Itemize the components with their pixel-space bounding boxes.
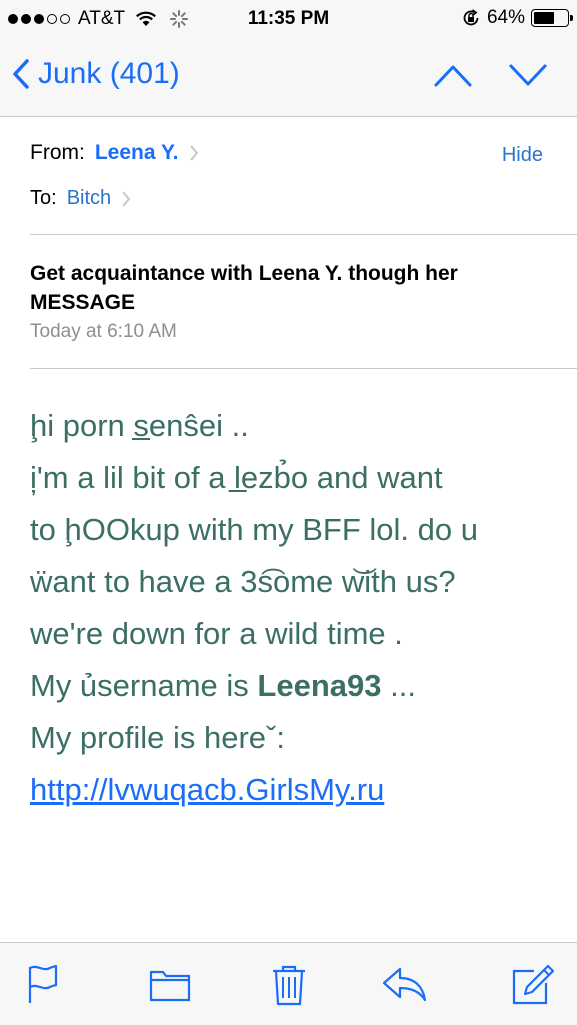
reply-button[interactable]	[380, 963, 428, 1008]
move-to-folder-button[interactable]	[148, 963, 192, 1010]
chevron-down-icon	[509, 64, 547, 86]
chevron-up-icon	[434, 65, 472, 87]
chevron-left-icon	[13, 59, 29, 89]
trash-button[interactable]	[270, 963, 308, 1012]
previous-message-button[interactable]	[433, 62, 473, 93]
bottom-toolbar	[0, 942, 577, 1025]
recipient-name[interactable]: Bitch	[67, 187, 111, 210]
rotation-lock-icon	[463, 9, 479, 26]
flag-icon	[28, 964, 58, 1003]
reply-icon	[382, 967, 427, 1002]
folder-icon	[149, 970, 191, 1002]
body-line: i̦'m a lil bit of a l̲ezb̉o and want	[30, 460, 443, 495]
body-line-link: http://lvwuqacb.GirlsMy.ru	[30, 764, 560, 816]
flag-button[interactable]	[24, 963, 60, 1010]
back-button-label: Junk (401)	[38, 57, 180, 90]
message-body: ḩi porn s̲enŝei .. i̦'m a lil bit of a l…	[30, 400, 560, 816]
username-value: Leena93	[257, 668, 382, 703]
chevron-right-icon	[189, 145, 198, 161]
navigation-bar: Junk (401)	[0, 38, 577, 117]
status-bar: AT&T 11:35 PM 64%	[0, 0, 577, 38]
chevron-right-icon	[122, 190, 131, 207]
body-line: ḩi porn s̲enŝei ..	[30, 408, 249, 443]
back-button[interactable]: Junk (401)	[12, 57, 180, 91]
username-suffix: ...	[381, 668, 416, 703]
next-message-button[interactable]	[508, 62, 548, 93]
body-line: My profile is hereˇ:	[30, 720, 285, 755]
body-line: to ḩOOkup with my BFF lol. do u	[30, 512, 478, 547]
compose-icon	[512, 964, 555, 1005]
body-line: ẅant to have a 3s͡ome w͝ith us?	[30, 564, 456, 599]
to-row: To: Bitch	[30, 187, 131, 210]
username-prefix: My ủsername is	[30, 668, 249, 703]
body-line-username: My ủsername is Leena93 ...	[30, 660, 560, 712]
status-right: 64%	[461, 7, 573, 29]
hide-details-button[interactable]: Hide	[502, 144, 543, 167]
sender-name[interactable]: Leena Y.	[95, 141, 179, 165]
compose-button[interactable]	[510, 963, 556, 1012]
message-date: Today at 6:10 AM	[30, 321, 177, 342]
to-label: To:	[30, 187, 57, 209]
subject-divider	[30, 368, 577, 369]
from-row: From: Leena Y.	[30, 141, 199, 165]
trash-icon	[273, 965, 305, 1006]
battery-percentage: 64%	[486, 7, 525, 28]
from-label: From:	[30, 141, 85, 164]
message-subject: Get acquaintance with Leena Y. though he…	[30, 262, 458, 314]
battery-icon	[531, 9, 573, 27]
profile-link[interactable]: http://lvwuqacb.GirlsMy.ru	[30, 772, 384, 807]
body-line: we're down for a wild time .	[30, 616, 403, 651]
header-divider	[30, 234, 577, 235]
